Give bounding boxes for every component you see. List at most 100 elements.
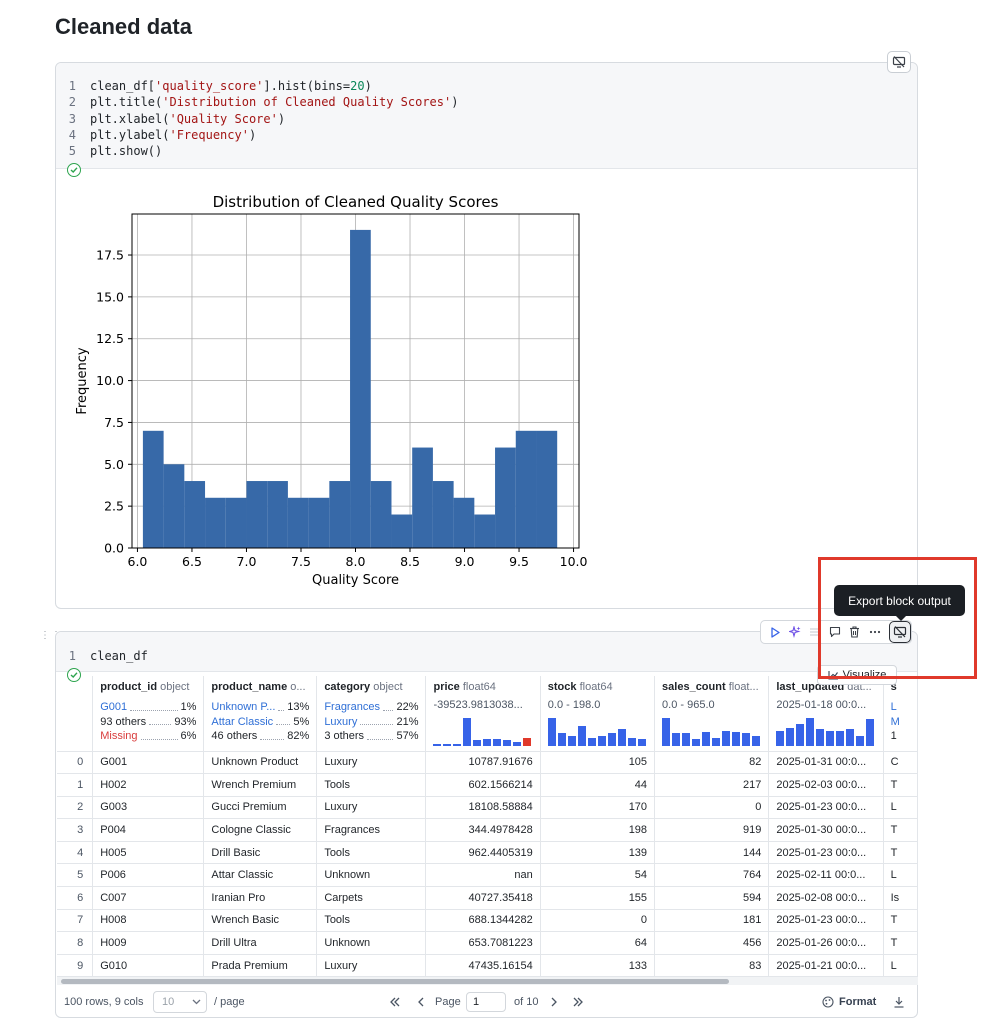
- table-cell[interactable]: 2025-01-21 00:0...: [768, 954, 884, 977]
- table-row[interactable]: 8 H009 Drill Ultra Unknown 653.7081223 64 456 2…: [57, 931, 918, 955]
- table-cell[interactable]: 139: [540, 841, 656, 865]
- table-cell[interactable]: 764: [654, 863, 770, 888]
- table-cell[interactable]: T: [883, 818, 918, 842]
- table-cell[interactable]: Tools: [316, 841, 427, 865]
- table-cell[interactable]: 962.4405319: [425, 841, 541, 865]
- table-cell[interactable]: H002: [92, 773, 205, 797]
- table-cell[interactable]: 2025-01-23 00:0...: [768, 841, 884, 865]
- table-cell[interactable]: Gucci Premium: [203, 796, 318, 820]
- table-cell[interactable]: 2025-01-23 00:0...: [768, 909, 884, 933]
- table-cell[interactable]: L: [883, 796, 918, 820]
- table-row[interactable]: 9 G010 Prada Premium Luxury 47435.16154 133 83…: [57, 954, 918, 977]
- table-cell[interactable]: T: [883, 773, 918, 797]
- table-cell[interactable]: Fragrances: [316, 818, 427, 842]
- table-cell[interactable]: 83: [654, 954, 770, 977]
- table-cell[interactable]: Drill Basic: [203, 841, 318, 865]
- table-cell[interactable]: 82: [654, 751, 770, 775]
- table-cell[interactable]: P004: [92, 818, 205, 842]
- table-row[interactable]: 4 H005 Drill Basic Tools 962.4405319 139 144 20…: [57, 841, 918, 865]
- table-cell[interactable]: P006: [92, 863, 205, 888]
- table-cell[interactable]: 54: [540, 863, 656, 888]
- prev-page-button[interactable]: [417, 987, 425, 1017]
- page-number-input[interactable]: [466, 992, 506, 1012]
- table-cell[interactable]: H005: [92, 841, 205, 865]
- table-row[interactable]: 1 H002 Wrench Premium Tools 602.1566214 44 217…: [57, 773, 918, 797]
- table-cell[interactable]: T: [883, 841, 918, 865]
- table-row[interactable]: 2 G003 Gucci Premium Luxury 18108.58884 170 0 2…: [57, 796, 918, 820]
- table-cell[interactable]: 18108.58884: [425, 796, 541, 820]
- table-cell[interactable]: 2025-01-30 00:0...: [768, 818, 884, 842]
- table-row[interactable]: 3 P004 Cologne Classic Fragrances 344.497842…: [57, 818, 918, 842]
- table-cell[interactable]: T: [883, 931, 918, 955]
- format-button[interactable]: Format: [822, 987, 876, 1017]
- table-cell[interactable]: 688.1344282: [425, 909, 541, 933]
- table-cell[interactable]: G010: [92, 954, 205, 977]
- table-cell[interactable]: 2025-02-11 00:0...: [768, 863, 884, 888]
- download-button[interactable]: [893, 987, 905, 1017]
- table-cell[interactable]: G003: [92, 796, 205, 820]
- export-output-button[interactable]: [887, 51, 911, 73]
- table-cell[interactable]: L: [883, 954, 918, 977]
- table-cell[interactable]: 170: [540, 796, 656, 820]
- column-header-product_name[interactable]: product_name o... Unknown P... 13% Attar Cl…: [203, 676, 318, 752]
- table-cell[interactable]: Tools: [316, 909, 427, 933]
- scrollbar-thumb[interactable]: [61, 979, 729, 984]
- table-cell[interactable]: 2025-01-23 00:0...: [768, 796, 884, 820]
- page-size-select[interactable]: 10: [153, 991, 207, 1013]
- table-cell[interactable]: Unknown Product: [203, 751, 318, 775]
- table-cell[interactable]: 155: [540, 886, 656, 910]
- code-editor[interactable]: 1 clean_df['quality_score'].hist(bins= 20)…: [56, 63, 917, 169]
- column-header-product_id[interactable]: product_id object G001 1% 93 others 93% Missi…: [92, 676, 205, 752]
- table-cell[interactable]: 594: [654, 886, 770, 910]
- table-cell[interactable]: Wrench Basic: [203, 909, 318, 933]
- table-cell[interactable]: 105: [540, 751, 656, 775]
- table-cell[interactable]: Wrench Premium: [203, 773, 318, 797]
- table-cell[interactable]: 181: [654, 909, 770, 933]
- table-cell[interactable]: 2025-02-08 00:0...: [768, 886, 884, 910]
- table-cell[interactable]: Carpets: [316, 886, 427, 910]
- table-cell[interactable]: Cologne Classic: [203, 818, 318, 842]
- table-cell[interactable]: 0: [540, 909, 656, 933]
- table-cell[interactable]: Iranian Pro: [203, 886, 318, 910]
- table-cell[interactable]: Prada Premium: [203, 954, 318, 977]
- category-stat[interactable]: Unknown P... 13%: [211, 700, 309, 715]
- column-header-sales_count[interactable]: sales_count float... 0.0 - 965.0: [654, 676, 770, 752]
- table-cell[interactable]: 653.7081223: [425, 931, 541, 955]
- table-row[interactable]: 6 C007 Iranian Pro Carpets 40727.35418 155 594…: [57, 886, 918, 910]
- column-header-category[interactable]: category object Fragrances 22% Luxury 21% 3 o…: [316, 676, 427, 752]
- category-stat[interactable]: G001 1%: [100, 700, 196, 715]
- table-cell[interactable]: 2025-01-26 00:0...: [768, 931, 884, 955]
- table-cell[interactable]: H009: [92, 931, 205, 955]
- table-cell[interactable]: 602.1566214: [425, 773, 541, 797]
- table-cell[interactable]: 344.4978428: [425, 818, 541, 842]
- code-cell-histogram[interactable]: 1 clean_df['quality_score'].hist(bins= 20)…: [55, 51, 918, 609]
- table-cell[interactable]: 133: [540, 954, 656, 977]
- run-button[interactable]: [765, 622, 784, 642]
- table-cell[interactable]: Luxury: [316, 954, 427, 977]
- table-cell[interactable]: 198: [540, 818, 656, 842]
- table-row[interactable]: 7 H008 Wrench Basic Tools 688.1344282 0 181 202…: [57, 909, 918, 933]
- table-cell[interactable]: T: [883, 909, 918, 933]
- column-header-last_updated[interactable]: last_updated dat... 2025-01-18 00:0...: [768, 676, 884, 752]
- table-cell[interactable]: G001: [92, 751, 205, 775]
- table-cell[interactable]: C007: [92, 886, 205, 910]
- table-cell[interactable]: 10787.91676: [425, 751, 541, 775]
- table-cell[interactable]: Attar Classic: [203, 863, 318, 888]
- column-header-stock[interactable]: stock float64 0.0 - 198.0: [540, 676, 656, 752]
- first-page-button[interactable]: [389, 987, 401, 1017]
- category-stat[interactable]: Luxury 21%: [324, 715, 418, 730]
- code-cell-dataframe[interactable]: 1 clean_df product_id object G001 1% 93 othe…: [55, 631, 918, 1018]
- table-row[interactable]: 5 P006 Attar Classic Unknown nan 54 764 2025-02…: [57, 863, 918, 888]
- table-cell[interactable]: 0: [654, 796, 770, 820]
- table-cell[interactable]: Tools: [316, 773, 427, 797]
- table-cell[interactable]: L: [883, 863, 918, 888]
- table-cell[interactable]: 44: [540, 773, 656, 797]
- drag-handle-icon[interactable]: ⋮⋮: [40, 631, 61, 641]
- horizontal-scrollbar[interactable]: [57, 977, 918, 985]
- table-cell[interactable]: 919: [654, 818, 770, 842]
- dataframe-table[interactable]: product_id object G001 1% 93 others 93% Missi…: [57, 676, 918, 977]
- table-cell[interactable]: H008: [92, 909, 205, 933]
- table-cell[interactable]: 456: [654, 931, 770, 955]
- ai-button[interactable]: [785, 622, 804, 642]
- table-cell[interactable]: Is: [883, 886, 918, 910]
